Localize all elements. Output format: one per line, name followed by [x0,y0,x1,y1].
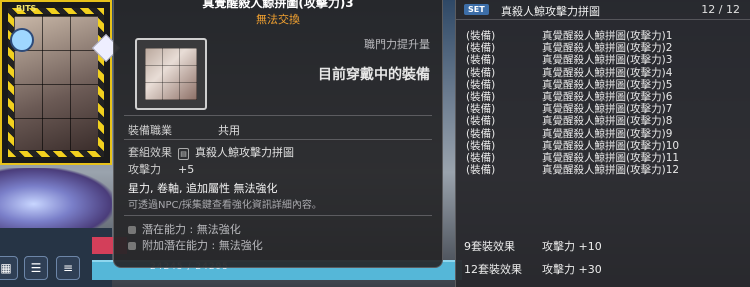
potential-row: 潛在能力 : 無法強化 [128,221,241,237]
set-tooltip: SET 真殺人鯨攻擊力拼圖 12 / 12 (裝備) 真覺醒殺人鯨拼圖(攻擊力)1… [455,0,750,287]
attack-value: +5 [178,163,195,176]
set-item: (裝備) 真覺醒殺人鯨拼圖(攻擊力)5 [466,78,673,91]
item-title: 真覺醒殺人鯨拼圖(攻擊力)3 [202,0,354,10]
bits-label: BITS [16,4,37,13]
set-bonus-9: 9套裝效果 攻擊力 +10 [464,238,602,254]
set-effect-row: 套組效果 ▤ 真殺人鯨攻擊力拼圖 [128,144,294,160]
set-icon: ▤ [178,148,189,160]
divider [124,215,432,216]
job-boost-label: 職門力提升量 [364,38,430,51]
set-item: (裝備) 真覺醒殺人鯨拼圖(攻擊力)3 [466,54,673,67]
set-bonus-9-label: 9套裝效果 [464,240,515,253]
set-effect-label: 套組效果 [128,146,172,159]
enhance-flags: 星力, 卷軸, 追加屬性 無法強化 [128,182,278,195]
set-item: (裝備) 真覺醒殺人鯨拼圖(攻擊力)8 [466,115,673,128]
set-bonus-12: 12套裝效果 攻擊力 +30 [464,261,602,277]
divider [124,139,432,140]
set-bonus-12-label: 12套裝效果 [464,263,522,276]
set-count: 12 / 12 [701,3,740,16]
character-card[interactable]: BITS [0,0,112,165]
set-effect-value: 真殺人鯨攻擊力拼圖 [195,146,294,159]
set-item: (裝備) 真覺醒殺人鯨拼圖(攻擊力)10 [466,139,680,152]
potential-label: 潛在能力 : 無法強化 [142,223,241,236]
set-name: 真殺人鯨攻擊力拼圖 [501,5,600,18]
calendar-icon[interactable]: ▦ [0,256,18,280]
set-item: (裝備) 真覺醒殺人鯨拼圖(攻擊力)9 [466,127,673,140]
equip-job-row: 裝備職業 共用 [128,122,240,138]
set-item: (裝備) 真覺醒殺人鯨拼圖(攻擊力)7 [466,103,673,116]
set-badge: SET [464,4,489,15]
puzzle-item-icon [145,48,197,100]
set-item: (裝備) 真覺醒殺人鯨拼圖(攻擊力)4 [466,66,673,79]
set-item: (裝備) 真覺醒殺人鯨拼圖(攻擊力)6 [466,90,673,103]
potential-icon [128,226,136,234]
set-item-list: (裝備) 真覺醒殺人鯨拼圖(攻擊力)1 (裝備) 真覺醒殺人鯨拼圖(攻擊力)2 (裝… [466,30,679,176]
enhance-hint: 可透過NPC/採集鍵查看強化資訊詳細內容。 [128,200,322,211]
equip-job-value: 共用 [218,124,240,137]
trade-status: 無法交換 [256,13,300,26]
attack-row: 攻擊力 +5 [128,161,194,177]
menu-icon[interactable]: ≡ [56,256,80,280]
set-bonus-9-value: 攻擊力 +10 [542,240,602,253]
set-item: (裝備) 真覺醒殺人鯨拼圖(攻擊力)1 [466,30,673,42]
set-item: (裝備) 真覺醒殺人鯨拼圖(攻擊力)2 [466,42,673,55]
equip-job-label: 裝備職業 [128,124,172,137]
set-item: (裝備) 真覺醒殺人鯨拼圖(攻擊力)11 [466,151,680,164]
checklist-icon[interactable]: ☰ [24,256,48,280]
item-tooltip: 真覺醒殺人鯨拼圖(攻擊力)3 無法交換 職門力提升量 目前穿戴中的裝備 裝備職業… [113,0,443,268]
magnifier-icon[interactable] [10,28,34,52]
attack-label: 攻擊力 [128,163,161,176]
divider [456,19,750,20]
divider [124,115,432,116]
winged-emblem [0,168,112,228]
current-equipped-label: 目前穿戴中的裝備 [318,67,430,83]
set-bonus-12-value: 攻擊力 +30 [542,263,602,276]
item-icon-frame [135,38,207,110]
set-item: (裝備) 真覺醒殺人鯨拼圖(攻擊力)12 [466,164,680,177]
additional-potential-icon [128,242,136,250]
additional-potential-row: 附加潛在能力 : 無法強化 [128,237,263,253]
additional-potential-label: 附加潛在能力 : 無法強化 [142,239,263,252]
